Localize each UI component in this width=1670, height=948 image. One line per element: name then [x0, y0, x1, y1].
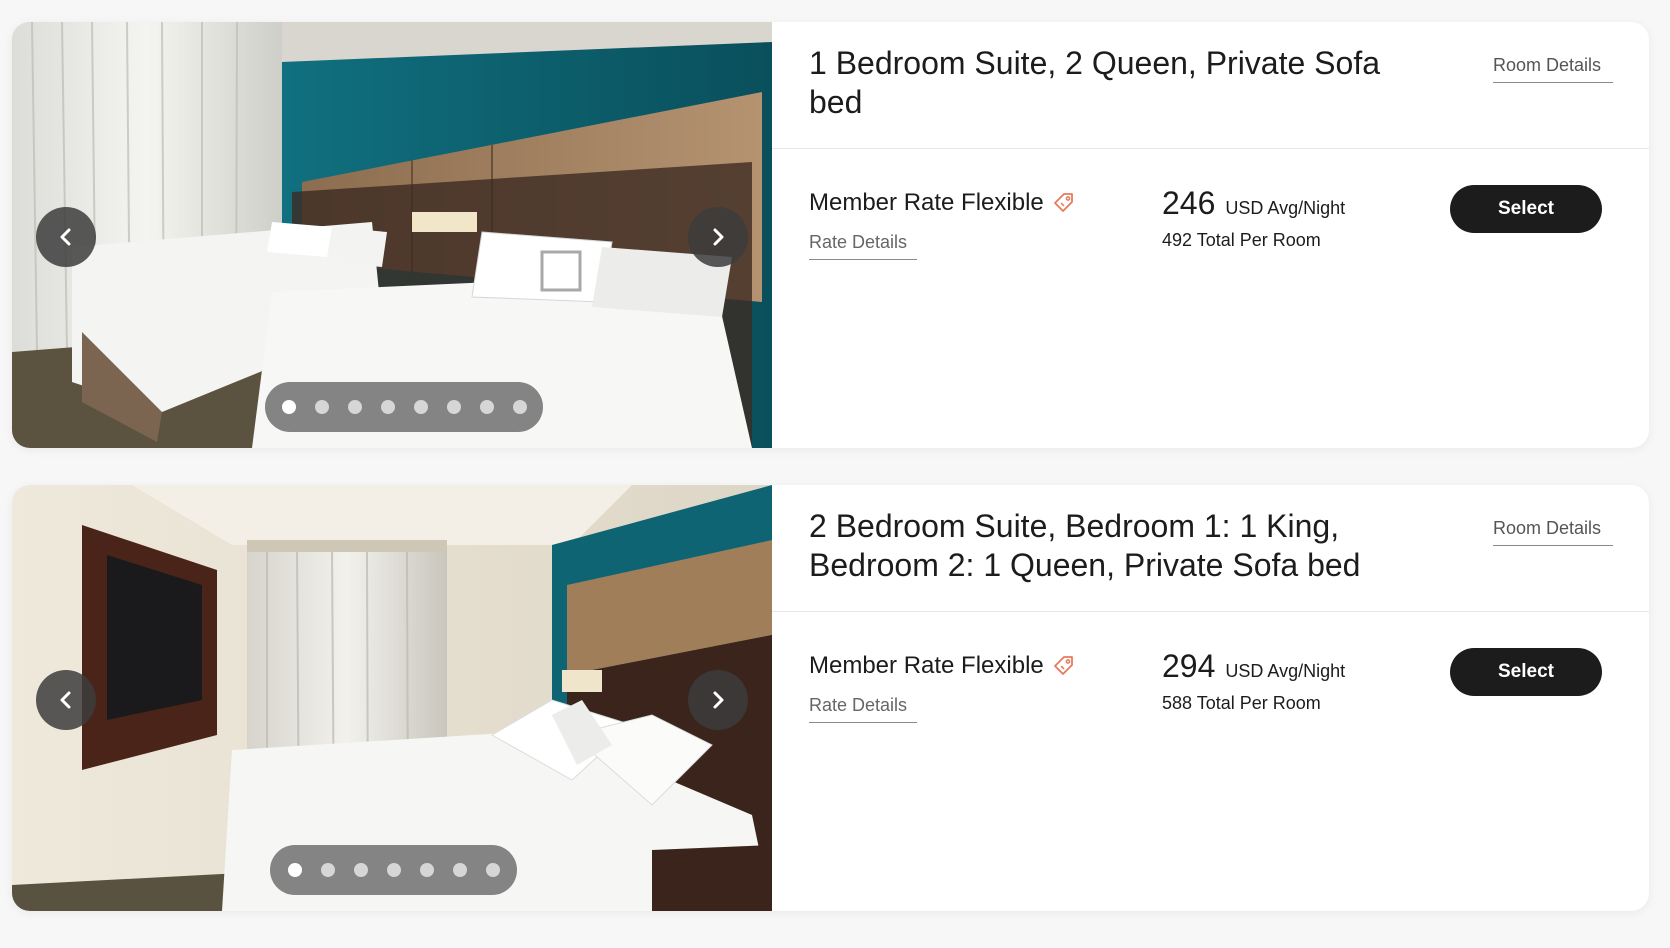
carousel-dot[interactable]	[320, 863, 335, 877]
carousel-dots	[270, 845, 517, 895]
carousel-dot[interactable]	[485, 863, 500, 877]
chevron-left-icon	[60, 228, 71, 246]
carousel-dot[interactable]	[479, 400, 494, 414]
room-photo-carousel[interactable]	[12, 485, 772, 911]
room-details-link[interactable]: Room Details	[1493, 518, 1613, 546]
rate-name: Member Rate Flexible	[809, 189, 1076, 217]
room-list: 1 Bedroom Suite, 2 Queen, Private Sofa b…	[12, 22, 1649, 948]
price-line: 294 USD Avg/Night	[1162, 648, 1345, 685]
rate-name-label: Member Rate Flexible	[809, 189, 1044, 216]
total-price: 588 Total Per Room	[1162, 693, 1321, 713]
carousel-dot[interactable]	[419, 863, 434, 877]
chevron-right-icon	[713, 691, 724, 709]
carousel-dot[interactable]	[386, 863, 401, 877]
carousel-dot[interactable]	[314, 400, 329, 414]
room-title: 1 Bedroom Suite, 2 Queen, Private Sofa b…	[809, 45, 1380, 120]
rate-details-link[interactable]: Rate Details	[809, 232, 917, 260]
rate-name: Member Rate Flexible	[809, 652, 1076, 680]
tag-icon	[1053, 193, 1073, 212]
carousel-prev-button[interactable]	[36, 670, 96, 730]
tag-icon	[1053, 656, 1073, 675]
room-card: 2 Bedroom Suite, Bedroom 1: 1 King, Bedr…	[12, 485, 1649, 911]
carousel-dot[interactable]	[452, 863, 467, 877]
carousel-dot[interactable]	[512, 400, 527, 414]
room-info: 1 Bedroom Suite, 2 Queen, Private Sofa b…	[772, 22, 1649, 448]
price-unit: USD Avg/Night	[1225, 198, 1346, 218]
room-title: 2 Bedroom Suite, Bedroom 1: 1 King, Bedr…	[809, 508, 1361, 583]
price-unit: USD Avg/Night	[1225, 661, 1346, 681]
carousel-next-button[interactable]	[688, 670, 748, 730]
carousel-dot[interactable]	[287, 863, 302, 877]
price-line: 246 USD Avg/Night	[1162, 185, 1345, 222]
carousel-dot[interactable]	[413, 400, 428, 414]
total-price: 492 Total Per Room	[1162, 230, 1321, 250]
carousel-dot[interactable]	[380, 400, 395, 414]
divider	[772, 611, 1649, 612]
room-details-link[interactable]: Room Details	[1493, 55, 1613, 83]
carousel-prev-button[interactable]	[36, 207, 96, 267]
carousel-next-button[interactable]	[688, 207, 748, 267]
room-card: 1 Bedroom Suite, 2 Queen, Private Sofa b…	[12, 22, 1649, 448]
carousel-dot[interactable]	[353, 863, 368, 877]
room-photo-carousel[interactable]	[12, 22, 772, 448]
rate-details-link[interactable]: Rate Details	[809, 695, 917, 723]
chevron-right-icon	[713, 228, 724, 246]
carousel-dot[interactable]	[281, 400, 296, 414]
room-info: 2 Bedroom Suite, Bedroom 1: 1 King, Bedr…	[772, 485, 1649, 911]
select-button[interactable]: Select	[1450, 648, 1602, 696]
carousel-dot[interactable]	[347, 400, 362, 414]
rate-name-label: Member Rate Flexible	[809, 652, 1044, 679]
price: 294	[1162, 648, 1216, 684]
carousel-dot[interactable]	[446, 400, 461, 414]
price: 246	[1162, 185, 1216, 221]
divider	[772, 148, 1649, 149]
chevron-left-icon	[60, 691, 71, 709]
carousel-dots	[265, 382, 543, 432]
select-button[interactable]: Select	[1450, 185, 1602, 233]
